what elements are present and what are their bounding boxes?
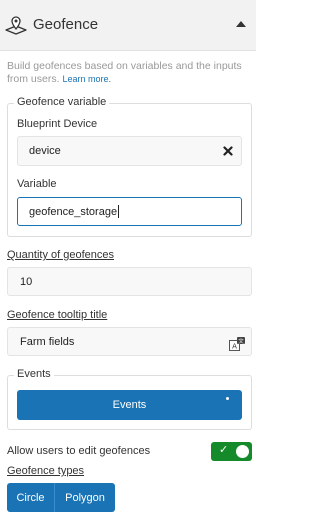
svg-text:文: 文 — [238, 337, 244, 345]
text-cursor — [118, 205, 120, 218]
events-group: Events Events — [7, 368, 252, 430]
description-text: Build geofences based on variables and t… — [7, 60, 242, 85]
type-polygon-button[interactable]: Polygon — [55, 483, 115, 512]
geofence-variable-group: Geofence variable Blueprint Device devic… — [7, 96, 252, 237]
variable-input[interactable]: geofence_storage — [17, 197, 242, 226]
check-icon: ✓ — [219, 443, 229, 456]
quantity-value: 10 — [20, 275, 33, 288]
events-button[interactable]: Events — [17, 390, 242, 420]
variable-label: Variable — [17, 178, 57, 190]
geofence-icon — [5, 16, 27, 35]
tooltip-title-input[interactable]: Farm fields A 文 — [7, 327, 252, 356]
tooltip-title-label: Geofence tooltip title — [7, 309, 108, 321]
blueprint-device-value: device — [29, 145, 61, 157]
blueprint-device-label: Blueprint Device — [17, 118, 98, 130]
type-polygon-label: Polygon — [65, 491, 105, 504]
variable-value: geofence_storage — [29, 205, 118, 218]
tooltip-title-value: Farm fields — [20, 335, 75, 348]
events-button-label: Events — [112, 399, 147, 411]
allow-edit-toggle[interactable]: ✓ — [211, 442, 252, 461]
events-legend: Events — [14, 368, 54, 380]
section-title: Geofence — [33, 16, 99, 33]
svg-text:A: A — [232, 343, 237, 351]
translate-icon[interactable]: A 文 — [229, 337, 245, 351]
geofence-types-label: Geofence types — [7, 465, 85, 477]
learn-more-link[interactable]: Learn more. — [62, 74, 111, 84]
blueprint-device-select[interactable]: device — [17, 136, 242, 166]
type-circle-label: Circle — [16, 491, 45, 504]
indicator-dot-icon — [226, 397, 229, 400]
type-circle-button[interactable]: Circle — [7, 483, 55, 512]
quantity-label: Quantity of geofences — [7, 249, 115, 261]
quantity-input[interactable]: 10 — [7, 267, 252, 296]
allow-edit-label: Allow users to edit geofences — [7, 445, 151, 457]
caret-up-icon[interactable] — [236, 21, 246, 27]
geofence-variable-legend: Geofence variable — [14, 96, 110, 108]
clear-icon[interactable] — [223, 146, 233, 156]
section-description: Build geofences based on variables and t… — [7, 60, 251, 85]
toggle-knob — [236, 445, 249, 458]
geofence-section-header[interactable]: Geofence — [0, 0, 256, 51]
